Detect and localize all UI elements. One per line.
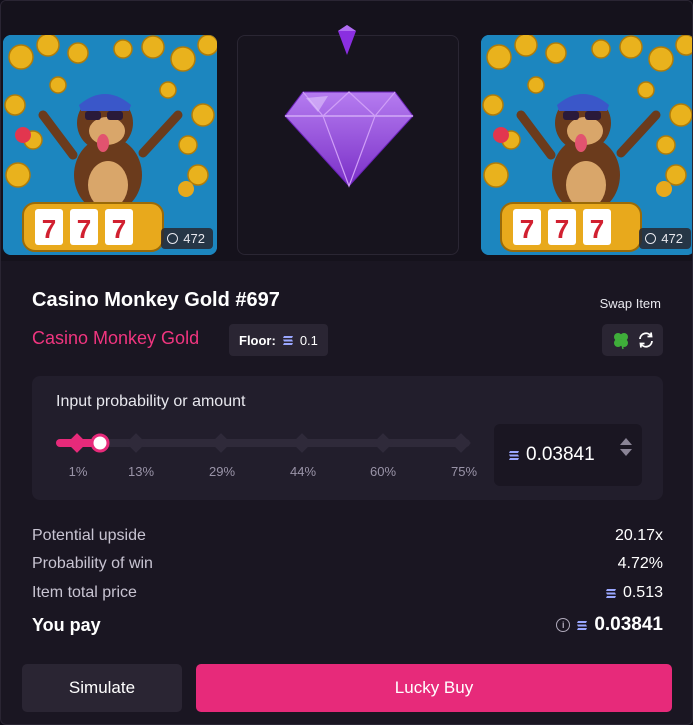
- stat-value-wrap: 0.513: [605, 584, 663, 602]
- lucky-buy-modal: 7 7 7 472 7 7 7 472 Casino Monkey Gold #…: [0, 0, 693, 725]
- svg-text:7: 7: [520, 214, 534, 244]
- lucky-buy-button[interactable]: Lucky Buy: [196, 664, 672, 712]
- floor-label: Floor:: [239, 332, 276, 348]
- slider-tick: 60%: [369, 464, 397, 479]
- svg-text:7: 7: [590, 214, 604, 244]
- stat-value: 4.72%: [617, 555, 663, 572]
- clover-icon: [613, 333, 628, 350]
- slider-thumb: [90, 433, 110, 453]
- probability-slider[interactable]: 1% 13% 29% 44% 60% 75%: [32, 376, 492, 500]
- slider-tick: 75%: [450, 464, 478, 479]
- stat-value: 0.03841: [594, 614, 663, 635]
- casino-monkey-art: 7 7 7: [481, 35, 692, 255]
- gem-icon: [284, 91, 414, 188]
- probability-panel: Input probability or amount 1% 13% 29% 4…: [32, 376, 663, 500]
- svg-text:7: 7: [555, 214, 569, 244]
- circle-icon: [167, 233, 179, 244]
- reel-pointer-icon: [338, 25, 356, 55]
- holders-badge: 472: [161, 228, 213, 249]
- stat-you-pay: You pay i 0.03841: [32, 614, 663, 636]
- stat-item-total-price: Item total price 0.513: [32, 584, 663, 602]
- stat-value: 0.513: [622, 584, 663, 601]
- solana-icon: [577, 620, 588, 630]
- decrement-arrow-icon[interactable]: [620, 449, 632, 456]
- slider-tick: 29%: [208, 464, 236, 479]
- refresh-icon: [638, 332, 653, 348]
- holders-count: 472: [183, 231, 205, 246]
- floor-chip: Floor: 0.1: [229, 324, 328, 356]
- stat-label: You pay: [32, 614, 101, 635]
- reel-center-slot: [237, 35, 459, 255]
- swap-item-button[interactable]: [602, 324, 663, 356]
- amount-field[interactable]: [494, 424, 642, 486]
- holders-badge: 472: [639, 228, 691, 249]
- stat-value-wrap: i 0.03841: [556, 614, 663, 636]
- slider-tick: 13%: [127, 464, 155, 479]
- stat-label: Probability of win: [32, 555, 153, 572]
- svg-text:7: 7: [112, 214, 126, 244]
- item-title: Casino Monkey Gold #697: [32, 289, 280, 311]
- stat-potential-upside: Potential upside 20.17x: [32, 527, 663, 545]
- solana-icon: [282, 335, 293, 345]
- collection-link[interactable]: Casino Monkey Gold: [32, 328, 199, 349]
- nft-card-left[interactable]: 7 7 7 472: [3, 35, 217, 255]
- amount-stepper[interactable]: [620, 438, 632, 456]
- stat-label: Item total price: [32, 584, 137, 601]
- nft-card-right[interactable]: 7 7 7 472: [481, 35, 692, 255]
- amount-input[interactable]: [526, 444, 602, 466]
- solana-icon: [509, 450, 519, 460]
- slider-tick: 1%: [68, 464, 88, 479]
- slider-tick: 44%: [289, 464, 317, 479]
- info-icon[interactable]: i: [556, 618, 571, 632]
- slider-track[interactable]: [32, 376, 492, 500]
- stat-label: Potential upside: [32, 527, 146, 544]
- holders-count: 472: [661, 231, 683, 246]
- circle-icon: [645, 233, 657, 244]
- svg-text:7: 7: [42, 214, 56, 244]
- casino-monkey-art: 7 7 7: [3, 35, 217, 255]
- stat-probability-of-win: Probability of win 4.72%: [32, 555, 663, 573]
- simulate-button[interactable]: Simulate: [22, 664, 182, 712]
- increment-arrow-icon[interactable]: [620, 438, 632, 445]
- solana-icon: [605, 588, 616, 598]
- reel-strip: 7 7 7 472 7 7 7 472: [1, 1, 692, 261]
- floor-value: 0.1: [299, 332, 318, 348]
- svg-text:7: 7: [77, 214, 91, 244]
- swap-item-label: Swap Item: [599, 296, 661, 311]
- stat-value: 20.17x: [614, 527, 663, 544]
